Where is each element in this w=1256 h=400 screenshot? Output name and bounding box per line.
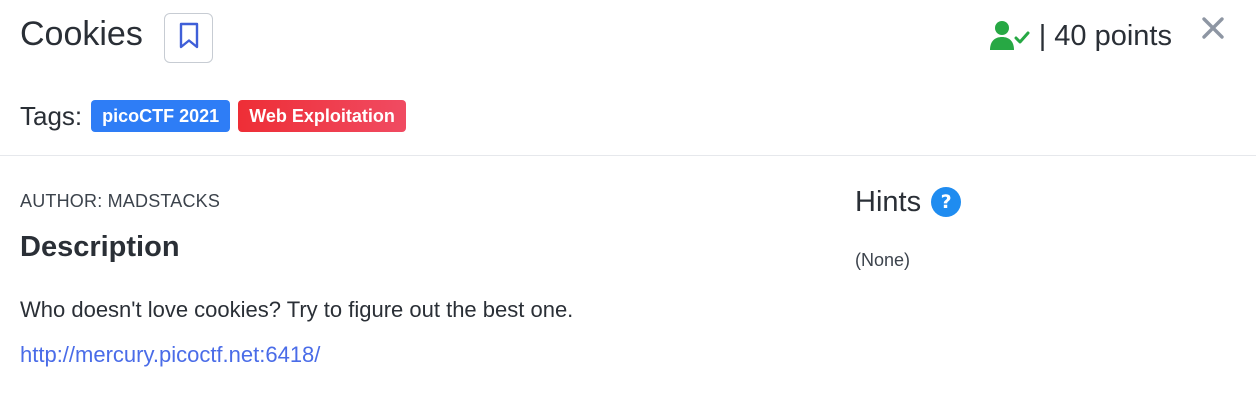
- challenge-title: Cookies: [20, 15, 143, 53]
- bookmark-button[interactable]: [164, 13, 213, 63]
- hints-heading: Hints: [855, 186, 922, 218]
- description-text: Who doesn't love cookies? Try to figure …: [20, 297, 574, 322]
- close-icon: [1201, 16, 1225, 45]
- close-button[interactable]: [1199, 16, 1227, 44]
- tags-label: Tags:: [20, 101, 83, 131]
- tag-web-exploitation[interactable]: Web Exploitation: [238, 100, 406, 132]
- challenge-status: | 40 points: [989, 18, 1172, 54]
- hints-section-heading: Hints ?: [855, 185, 962, 219]
- description-heading: Description: [20, 231, 180, 263]
- challenge-author: AUTHOR: MADSTACKS: [20, 191, 221, 211]
- challenge-header: Cookies | 40 points Tags: picoCTF 2021 W…: [0, 0, 1256, 156]
- bookmark-icon: [178, 22, 200, 55]
- tag-picoctf-2021[interactable]: picoCTF 2021: [91, 100, 231, 132]
- user-check-icon: [989, 20, 1031, 52]
- hints-value: (None): [855, 250, 911, 270]
- question-circle-icon[interactable]: ?: [931, 187, 962, 217]
- points-value: | 40 points: [1038, 20, 1172, 52]
- challenge-link[interactable]: http://mercury.picoctf.net:6418/: [20, 341, 320, 369]
- tags-row: Tags: picoCTF 2021 Web Exploitation: [20, 100, 414, 132]
